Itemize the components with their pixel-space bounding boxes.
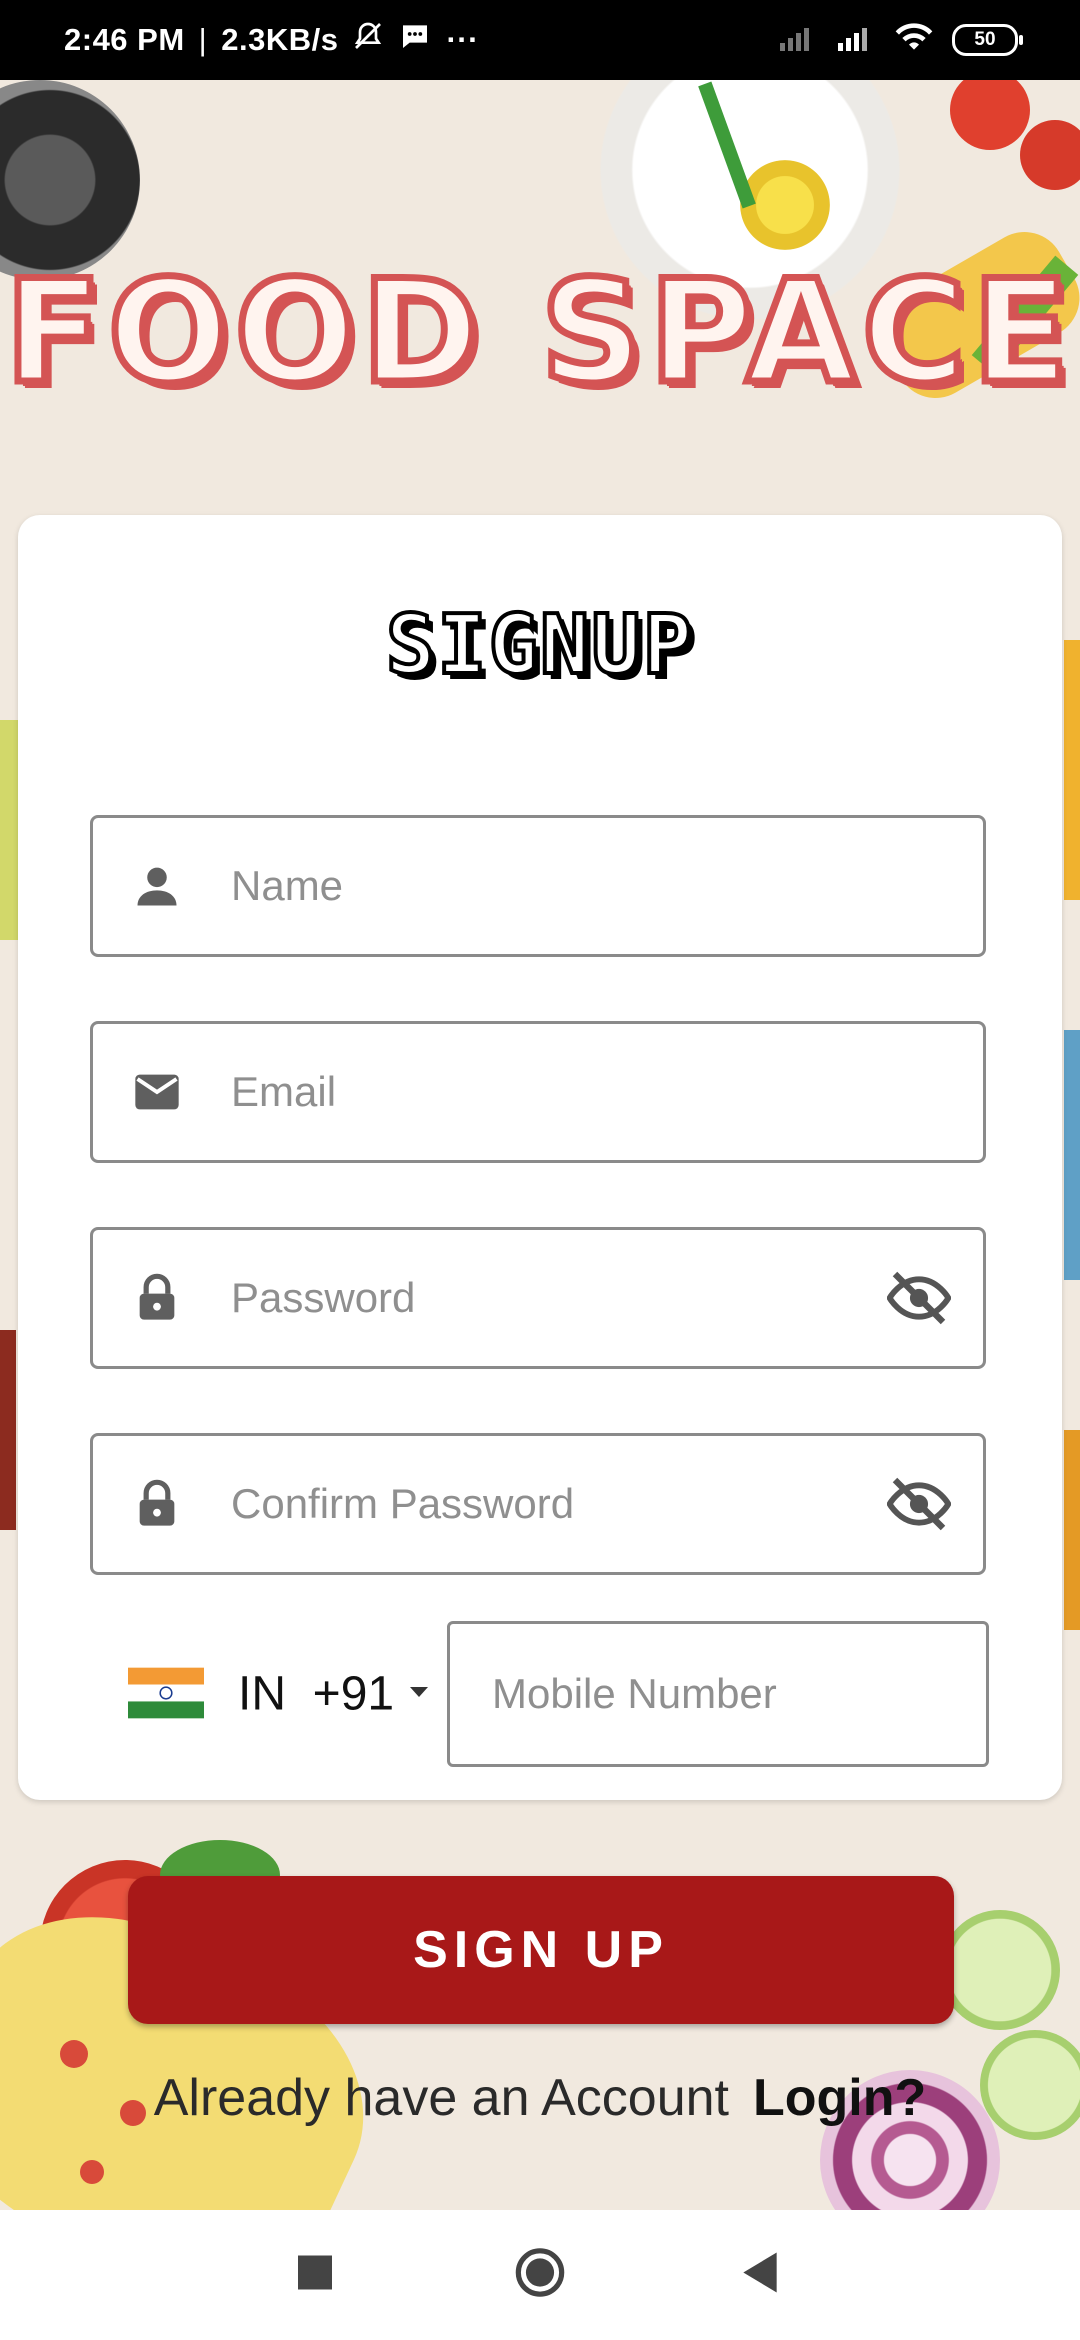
chevron-down-icon bbox=[410, 1687, 428, 1697]
country-picker[interactable]: IN +91 bbox=[90, 1621, 428, 1767]
mobile-placeholder: Mobile Number bbox=[492, 1670, 777, 1717]
signup-button[interactable]: SIGN UP bbox=[128, 1876, 954, 2024]
status-bar: 2:46 PM | 2.3KB/s ··· 50 bbox=[0, 0, 1080, 80]
lock-icon bbox=[139, 1479, 175, 1526]
country-code: IN +91 bbox=[238, 1667, 394, 1722]
visibility-off-icon[interactable] bbox=[887, 1266, 951, 1330]
wifi-icon bbox=[894, 22, 934, 58]
login-prompt-line: Already have an Account Login? bbox=[0, 2068, 1080, 2128]
lock-icon bbox=[139, 1273, 175, 1320]
phone-row: IN +91 Mobile Number bbox=[90, 1621, 989, 1767]
country-iso: IN bbox=[238, 1667, 286, 1721]
square-icon bbox=[298, 2255, 332, 2290]
login-link[interactable]: Login? bbox=[753, 2069, 926, 2127]
app-title: FOOD SPACE bbox=[1, 250, 1076, 415]
email-placeholder: Email bbox=[231, 1068, 337, 1115]
password-field[interactable]: Password bbox=[90, 1227, 986, 1369]
signup-card: SIGNUP Name Email Password Confirm Passw… bbox=[18, 515, 1062, 1800]
navigation-bar bbox=[0, 2210, 1080, 2340]
battery-icon: 50 bbox=[952, 24, 1023, 56]
india-flag-icon bbox=[128, 1667, 204, 1719]
name-field[interactable]: Name bbox=[90, 815, 986, 957]
name-placeholder: Name bbox=[231, 862, 344, 909]
signal-icon bbox=[778, 23, 818, 58]
home-button[interactable] bbox=[514, 2247, 566, 2304]
triangle-back-icon bbox=[743, 2252, 777, 2293]
signal-icon bbox=[836, 23, 876, 58]
more-icon: ··· bbox=[446, 22, 479, 57]
login-prompt-text: Already have an Account bbox=[153, 2069, 729, 2127]
signup-title: SIGNUP bbox=[384, 598, 695, 693]
status-time: 2:46 PM bbox=[64, 22, 185, 57]
password-placeholder: Password bbox=[231, 1274, 416, 1321]
confirm-password-placeholder: Confirm Password bbox=[231, 1480, 575, 1527]
email-field[interactable]: Email bbox=[90, 1021, 986, 1163]
circle-icon bbox=[515, 2248, 565, 2297]
mobile-number-field[interactable]: Mobile Number bbox=[447, 1621, 989, 1767]
message-icon bbox=[398, 20, 432, 60]
bell-mute-icon bbox=[352, 20, 384, 60]
back-button[interactable] bbox=[742, 2252, 778, 2298]
battery-level: 50 bbox=[974, 29, 996, 50]
network-speed: 2.3KB/s bbox=[221, 22, 339, 57]
recent-apps-button[interactable] bbox=[298, 2255, 332, 2295]
person-icon bbox=[137, 867, 177, 906]
dial-code: +91 bbox=[312, 1667, 395, 1721]
visibility-off-icon[interactable] bbox=[887, 1472, 951, 1536]
confirm-password-field[interactable]: Confirm Password bbox=[90, 1433, 986, 1575]
mail-icon bbox=[135, 1074, 179, 1110]
